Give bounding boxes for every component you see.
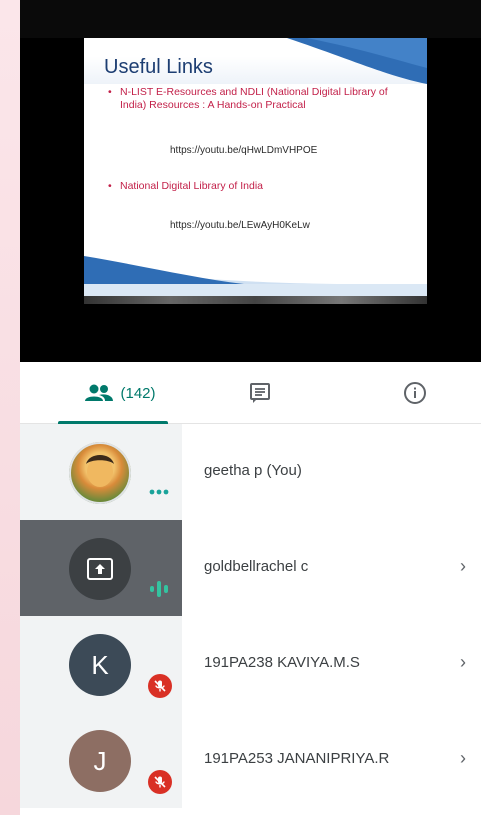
- participant-tile: [20, 520, 182, 616]
- avatar: [69, 538, 131, 600]
- left-edge-strip: [0, 0, 20, 815]
- slide-footer-decoration: [84, 256, 427, 296]
- video-thumbnail-strip: [84, 296, 427, 304]
- slide-bullet-2-text: National Digital Library of India: [120, 180, 263, 192]
- participant-row[interactable]: geetha p (You): [20, 424, 481, 520]
- participant-row[interactable]: K 191PA238 KAVIYA.M.S ›: [20, 616, 481, 712]
- tab-chat[interactable]: [230, 362, 290, 424]
- slide-bullet-1: • N-LIST E-Resources and NDLI (National …: [108, 86, 400, 112]
- participant-tile: K: [20, 616, 182, 712]
- video-area[interactable]: Useful Links • N-LIST E-Resources and ND…: [20, 0, 481, 362]
- meet-app: Useful Links • N-LIST E-Resources and ND…: [20, 0, 481, 815]
- info-icon: [404, 382, 426, 404]
- slide-link-1: https://youtu.be/qHwLDmVHPOE: [170, 145, 318, 156]
- participant-name: 191PA238 KAVIYA.M.S: [204, 654, 360, 671]
- avatar: K: [69, 634, 131, 696]
- avatar-letter: K: [91, 649, 109, 680]
- muted-mic-badge: [148, 770, 172, 794]
- presentation-slide: Useful Links • N-LIST E-Resources and ND…: [84, 38, 427, 296]
- present-screen-icon: [87, 558, 113, 580]
- slide-bullet-1-text: N-LIST E-Resources and NDLI (National Di…: [120, 86, 388, 111]
- video-top-bar: [20, 0, 481, 38]
- tab-info[interactable]: [385, 362, 445, 424]
- chevron-right-icon[interactable]: ›: [460, 556, 466, 577]
- bullet-dot: •: [108, 86, 112, 98]
- muted-mic-badge: [148, 674, 172, 698]
- slide-bullet-2: • National Digital Library of India: [108, 180, 400, 193]
- avatar-letter: J: [93, 745, 107, 776]
- mic-off-icon: [154, 680, 166, 692]
- participant-tile: J: [20, 712, 182, 808]
- tab-people[interactable]: (142): [58, 362, 182, 424]
- slide-header-decoration: [287, 38, 427, 84]
- people-icon: [85, 384, 114, 401]
- participant-tile: [20, 424, 182, 520]
- bullet-dot: •: [108, 180, 112, 192]
- chevron-right-icon[interactable]: ›: [460, 748, 466, 769]
- panel-tabs: (142): [20, 362, 481, 424]
- avatar-photo: [69, 442, 131, 504]
- participant-list: geetha p (You) goldbellrachel c › K 191P…: [20, 424, 481, 808]
- chevron-right-icon[interactable]: ›: [460, 652, 466, 673]
- mic-off-icon: [154, 776, 166, 788]
- participant-row[interactable]: goldbellrachel c ›: [20, 520, 481, 616]
- avatar: J: [69, 730, 131, 792]
- participant-name: 191PA253 JANANIPRIYA.R: [204, 750, 390, 767]
- participant-name: goldbellrachel c: [204, 558, 309, 575]
- more-options-icon[interactable]: [149, 488, 169, 496]
- participant-name: geetha p (You): [204, 462, 302, 479]
- avatar: [69, 442, 131, 504]
- slide-link-2: https://youtu.be/LEwAyH0KeLw: [170, 220, 310, 231]
- slide-title: Useful Links: [104, 56, 213, 78]
- people-count: (142): [120, 384, 156, 402]
- participant-row[interactable]: J 191PA253 JANANIPRIYA.R ›: [20, 712, 481, 808]
- speaking-indicator-icon: [150, 581, 168, 597]
- chat-icon: [250, 383, 270, 403]
